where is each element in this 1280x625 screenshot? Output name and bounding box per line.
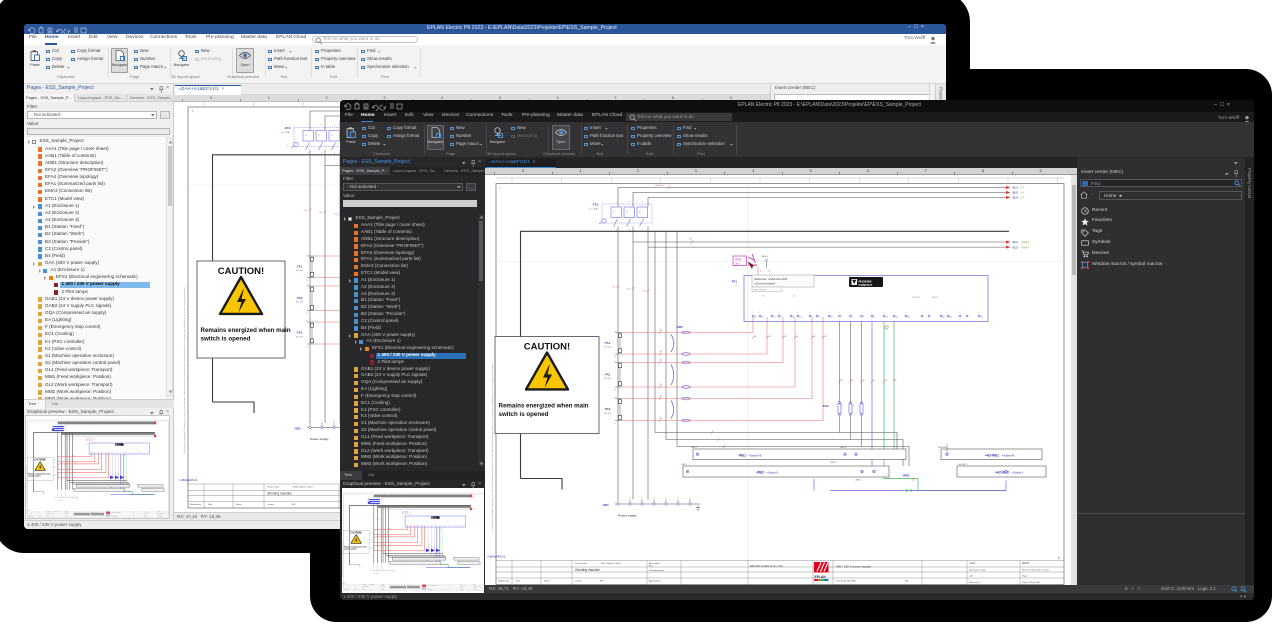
- svg-text:CAUTION!: CAUTION!: [218, 266, 264, 277]
- svg-text:switch is opened: switch is opened: [499, 411, 549, 418]
- svg-text:switch is opened: switch is opened: [201, 336, 251, 343]
- svg-text:CAUTION!: CAUTION!: [524, 341, 570, 352]
- svg-text:Remains energized when main: Remains energized when main: [499, 402, 589, 409]
- svg-text:Remains energized when main: Remains energized when main: [201, 327, 291, 334]
